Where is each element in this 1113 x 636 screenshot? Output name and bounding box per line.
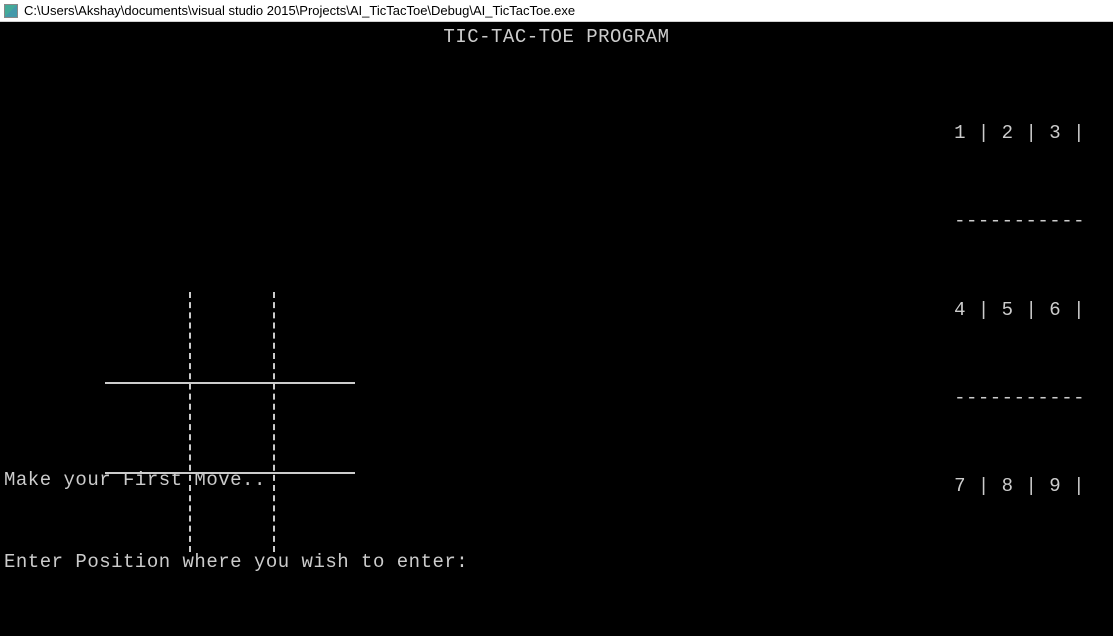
position-legend: 1 | 2 | 3 | ----------- 4 | 5 | 6 | ----… xyxy=(954,60,1085,560)
prompt-line-1: Make your First Move.. xyxy=(4,467,468,495)
window-title: C:\Users\Akshay\documents\visual studio … xyxy=(24,3,575,18)
board-horizontal-line-1 xyxy=(105,382,355,384)
app-icon xyxy=(4,4,18,18)
program-title: TIC-TAC-TOE PROGRAM xyxy=(0,24,1113,52)
console-area[interactable]: TIC-TAC-TOE PROGRAM 1 | 2 | 3 | --------… xyxy=(0,22,1113,636)
legend-divider-1: ----------- xyxy=(954,207,1085,236)
legend-row-1: 1 | 2 | 3 | xyxy=(954,119,1085,148)
window-titlebar: C:\Users\Akshay\documents\visual studio … xyxy=(0,0,1113,22)
legend-row-3: 7 | 8 | 9 | xyxy=(954,472,1085,501)
prompt-area: Make your First Move.. Enter Position wh… xyxy=(4,412,468,632)
prompt-line-2: Enter Position where you wish to enter: xyxy=(4,549,468,577)
legend-divider-2: ----------- xyxy=(954,384,1085,413)
legend-row-2: 4 | 5 | 6 | xyxy=(954,296,1085,325)
